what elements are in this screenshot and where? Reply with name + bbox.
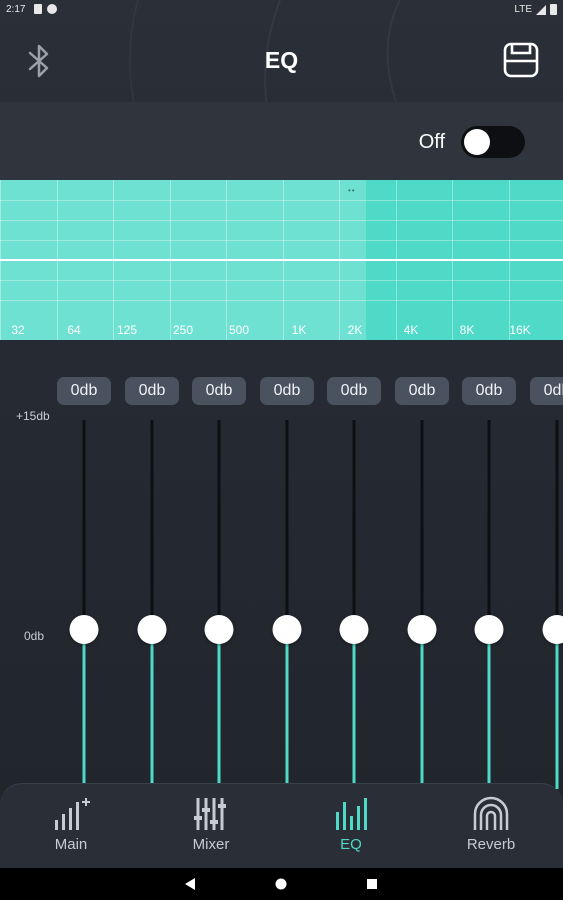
band-slider-fill[interactable]: [555, 629, 559, 789]
band-slider-thumb[interactable]: [137, 615, 167, 644]
band-value-pill[interactable]: 0db: [125, 377, 179, 405]
network-type: LTE: [514, 4, 532, 15]
graph-gridline-horizontal: [0, 280, 563, 281]
toggle-knob: [464, 129, 490, 155]
no-sync-icon: [47, 4, 57, 14]
nav-label-reverb: Reverb: [466, 836, 516, 853]
band-slider-track[interactable]: [555, 420, 559, 629]
eq-screen: 2:17 LTE EQ Off •• 32 64 125 250 500 1K …: [0, 0, 563, 900]
graph-frequency-label: 16K: [509, 323, 531, 337]
graph-frequency-label: 4K: [403, 323, 419, 337]
axis-label-zero: 0db: [24, 629, 45, 643]
graph-gridline-vertical: [509, 180, 510, 340]
band-value-pill[interactable]: 0db: [327, 377, 381, 405]
graph-frequency-label: 500: [228, 323, 250, 337]
eq-bars-icon: [336, 798, 367, 830]
band-slider-fill[interactable]: [420, 629, 424, 789]
eq-curve-graph: •• 32 64 125 250 500 1K 2K 4K 8K 16K: [0, 180, 563, 340]
graph-gridline-vertical: [170, 180, 171, 340]
graph-gridline-horizontal: [0, 300, 563, 301]
graph-frequency-label: 2K: [347, 323, 363, 337]
save-button[interactable]: [501, 40, 541, 80]
band-slider-track[interactable]: [82, 420, 86, 629]
nav-item-reverb[interactable]: Reverb: [421, 784, 561, 869]
save-icon: [503, 42, 539, 78]
eq-toggle-row: Off: [0, 102, 563, 180]
graph-gridline-horizontal: [0, 200, 563, 201]
band-slider-track[interactable]: [352, 420, 356, 629]
band-slider-track[interactable]: [487, 420, 491, 629]
eq-curve-line: [0, 259, 563, 261]
graph-gridline-vertical: [0, 180, 1, 340]
graph-gridline-horizontal: [0, 240, 563, 241]
graph-gridline-vertical: [339, 180, 340, 340]
recents-icon[interactable]: [365, 877, 379, 891]
band-value-pill[interactable]: 0db: [462, 377, 516, 405]
band-slider-fill[interactable]: [352, 629, 356, 789]
band-slider-fill[interactable]: [285, 629, 289, 789]
band-slider-track[interactable]: [150, 420, 154, 629]
nav-label-main: Main: [54, 836, 88, 853]
band-slider-thumb[interactable]: [204, 615, 234, 644]
axis-label-top: +15db: [16, 409, 50, 423]
nav-item-mixer[interactable]: Mixer: [141, 784, 281, 869]
system-nav-bar: [0, 868, 563, 900]
eq-toggle-switch[interactable]: [461, 126, 525, 158]
nav-item-eq[interactable]: EQ: [281, 784, 421, 869]
nav-label-mixer: Mixer: [192, 836, 230, 853]
nav-item-main[interactable]: Main: [1, 784, 141, 869]
band-slider-thumb[interactable]: [272, 615, 302, 644]
graph-frequency-label: 250: [172, 323, 194, 337]
band-slider-thumb[interactable]: [474, 615, 504, 644]
graph-gridline-vertical: [396, 180, 397, 340]
band-value-pill[interactable]: 0db: [57, 377, 111, 405]
graph-frequency-label: 1K: [291, 323, 307, 337]
signal-bars-icon: [55, 798, 90, 830]
graph-frequency-label: 32: [11, 323, 25, 337]
band-slider-fill[interactable]: [217, 629, 221, 789]
band-value-pill[interactable]: 0db: [260, 377, 314, 405]
graph-frequency-label: 8K: [459, 323, 475, 337]
graph-frequency-label: 64: [67, 323, 81, 337]
band-slider-thumb[interactable]: [542, 615, 563, 644]
graph-gridline-horizontal: [0, 220, 563, 221]
band-slider-thumb[interactable]: [407, 615, 437, 644]
home-icon[interactable]: [274, 877, 288, 891]
band-value-pill[interactable]: 0db: [395, 377, 449, 405]
band-value-pill[interactable]: 0db: [530, 377, 563, 405]
nav-label-eq: EQ: [340, 836, 362, 853]
band-slider-thumb[interactable]: [339, 615, 369, 644]
graph-gridline-vertical: [452, 180, 453, 340]
band-slider-track[interactable]: [217, 420, 221, 629]
graph-gridline-vertical: [283, 180, 284, 340]
band-slider-track[interactable]: [420, 420, 424, 629]
page-title: EQ: [264, 47, 299, 73]
bottom-nav: Main Mixer EQ Reverb: [0, 783, 563, 868]
reverb-arch-icon: [473, 796, 509, 830]
status-bar: 2:17 LTE: [0, 0, 563, 20]
signal-icon: [536, 4, 546, 15]
band-slider-track[interactable]: [285, 420, 289, 629]
band-slider-fill[interactable]: [150, 629, 154, 789]
band-slider-fill[interactable]: [487, 629, 491, 789]
graph-gridline-vertical: [226, 180, 227, 340]
eq-toggle-label: Off: [418, 131, 445, 153]
battery-icon: [550, 4, 557, 15]
band-value-pill[interactable]: 0db: [192, 377, 246, 405]
app-header: EQ: [0, 20, 563, 102]
back-icon[interactable]: [183, 877, 197, 891]
graph-gridline-vertical: [57, 180, 58, 340]
graph-frequency-label: 125: [116, 323, 138, 337]
band-slider-fill[interactable]: [82, 629, 86, 789]
sd-card-icon: [34, 4, 42, 14]
graph-marker-dots: ••: [348, 186, 356, 195]
graph-gridline-vertical: [113, 180, 114, 340]
mixer-sliders-icon: [194, 798, 226, 830]
status-time: 2:17: [6, 4, 26, 15]
band-slider-thumb[interactable]: [69, 615, 99, 644]
